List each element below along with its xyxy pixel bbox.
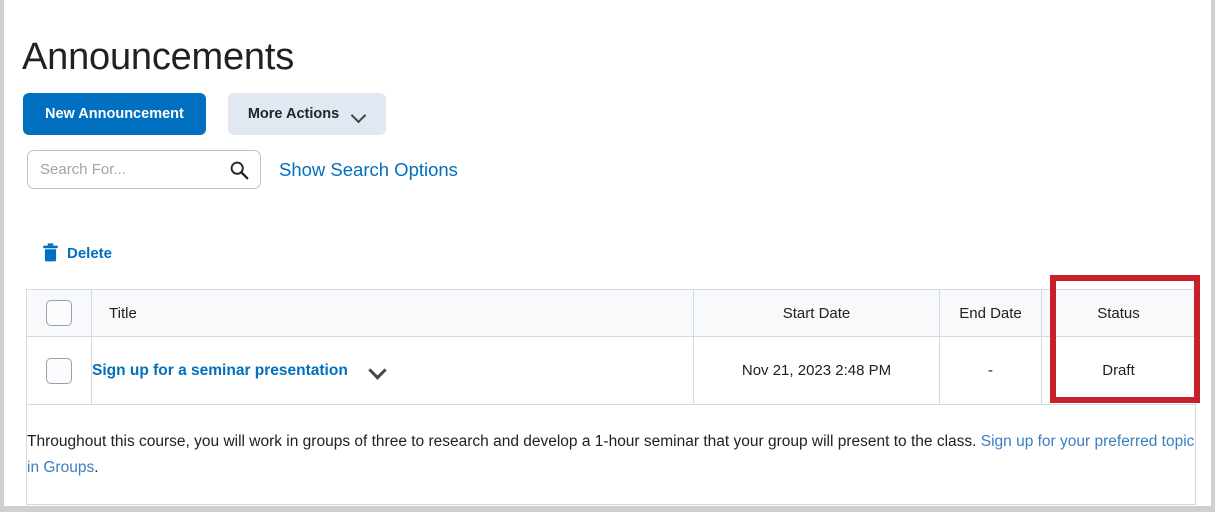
search-box[interactable] xyxy=(27,150,261,189)
table-body: Sign up for a seminar presentation Nov 2… xyxy=(26,336,1196,505)
new-announcement-button[interactable]: New Announcement xyxy=(23,93,206,135)
column-header-status[interactable]: Status xyxy=(1041,289,1196,337)
search-input[interactable] xyxy=(28,151,260,188)
more-actions-label: More Actions xyxy=(247,105,340,122)
delete-label: Delete xyxy=(67,244,113,262)
announcement-title-link[interactable]: Sign up for a seminar presentation xyxy=(92,362,348,379)
row-status-cell: Draft xyxy=(1041,336,1196,405)
column-header-select xyxy=(26,289,92,337)
page-title: Announcements xyxy=(22,36,295,79)
show-search-options-link[interactable]: Show Search Options xyxy=(279,159,458,181)
column-header-end-date[interactable]: End Date xyxy=(939,289,1042,337)
table-row-description: Throughout this course, you will work in… xyxy=(26,404,1196,505)
table-header: Title Start Date End Date Status xyxy=(26,289,1196,337)
description-text-part1: Throughout this course, you will work in… xyxy=(27,432,981,450)
more-actions-button[interactable]: More Actions xyxy=(227,93,387,135)
row-title-cell: Sign up for a seminar presentation xyxy=(91,336,694,405)
table-row: Sign up for a seminar presentation Nov 2… xyxy=(26,336,1196,405)
select-all-checkbox[interactable] xyxy=(46,300,72,326)
description-text-part2: . xyxy=(94,458,99,476)
announcement-description: Throughout this course, you will work in… xyxy=(26,404,1196,505)
row-start-date-cell: Nov 21, 2023 2:48 PM xyxy=(693,336,940,405)
column-header-start-date[interactable]: Start Date xyxy=(693,289,940,337)
row-select-cell xyxy=(26,336,92,405)
chevron-down-icon[interactable] xyxy=(369,366,384,376)
column-header-title[interactable]: Title xyxy=(91,289,694,337)
row-end-date-cell: - xyxy=(939,336,1042,405)
search-row: Show Search Options xyxy=(27,150,458,189)
table-header-row: Title Start Date End Date Status xyxy=(26,289,1196,337)
announcements-table: Title Start Date End Date Status Sign up… xyxy=(26,289,1196,505)
announcements-table-wrapper: Title Start Date End Date Status Sign up… xyxy=(26,289,1196,505)
row-checkbox[interactable] xyxy=(46,357,72,384)
trash-icon xyxy=(43,243,58,262)
announcements-page: Announcements New Announcement More Acti… xyxy=(4,0,1211,506)
toolbar: New Announcement More Actions xyxy=(23,93,387,135)
chevron-down-icon xyxy=(352,110,366,119)
delete-button[interactable]: Delete xyxy=(42,243,112,263)
screenshot-frame: Announcements New Announcement More Acti… xyxy=(0,0,1215,512)
